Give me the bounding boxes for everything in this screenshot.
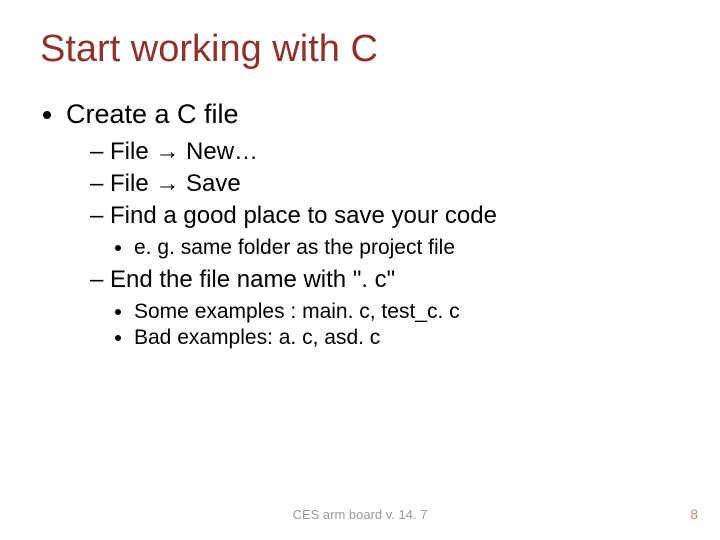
text-part: Find a good place to save your code: [110, 202, 497, 229]
arrow-icon: →: [155, 170, 179, 197]
bullet-bad-examples: Bad examples: a. c, asd. c: [134, 326, 680, 350]
bullet-end-with-c: End the file name with ". c" Some exampl…: [90, 266, 680, 350]
text-part: e. g. same folder as the project file: [134, 236, 455, 259]
bullet-file-save: File → Save: [90, 170, 680, 198]
bullet-some-examples: Some examples : main. c, test_c. c: [134, 300, 680, 324]
bullet-create-c-file: Create a C file File → New… File → Save …: [66, 99, 680, 350]
bullet-file-new: File → New…: [90, 138, 680, 166]
slide: Start working with C Create a C file Fil…: [0, 0, 720, 540]
page-number: 8: [690, 506, 698, 522]
text-part: Bad examples: a. c, asd. c: [134, 326, 380, 349]
text-part: File: [110, 170, 155, 197]
bullet-text: Create a C file: [66, 99, 239, 129]
text-part: File: [110, 138, 155, 165]
arrow-icon: →: [155, 138, 179, 165]
bullet-list-level3: e. g. same folder as the project file: [90, 236, 680, 260]
text-part: End the file name with ". c": [110, 266, 395, 293]
slide-title: Start working with C: [40, 28, 680, 71]
text-part: Some examples : main. c, test_c. c: [134, 300, 460, 323]
bullet-list-level2: File → New… File → Save Find a good plac…: [66, 138, 680, 350]
bullet-eg-same-folder: e. g. same folder as the project file: [134, 236, 680, 260]
text-part: Save: [179, 170, 240, 197]
bullet-list-level1: Create a C file File → New… File → Save …: [40, 99, 680, 350]
bullet-list-level3: Some examples : main. c, test_c. c Bad e…: [90, 300, 680, 350]
bullet-find-good-place: Find a good place to save your code e. g…: [90, 202, 680, 260]
footer-center-text: CES arm board v. 14. 7: [0, 507, 720, 522]
text-part: New…: [179, 138, 258, 165]
